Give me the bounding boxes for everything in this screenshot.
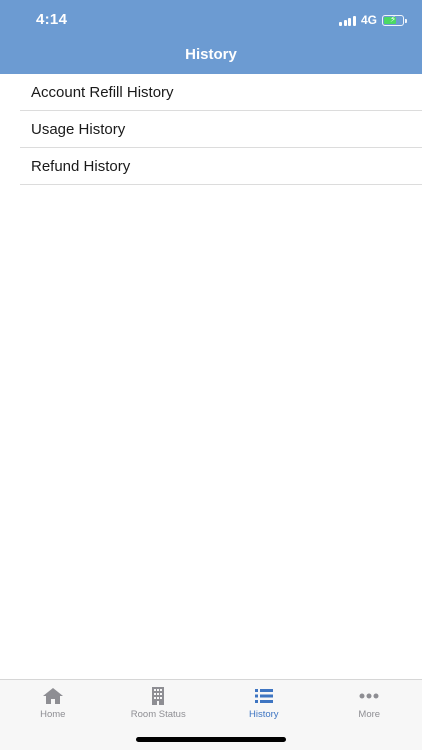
status-bar: 4:14 4G ⚡: [0, 0, 422, 40]
tab-more[interactable]: More: [317, 686, 422, 720]
tab-home[interactable]: Home: [0, 686, 106, 720]
page-title: History: [185, 46, 237, 63]
status-indicators: 4G ⚡: [339, 13, 407, 27]
history-list: Account Refill History Usage History Ref…: [20, 74, 422, 185]
tab-history-label: History: [248, 709, 279, 720]
tab-home-label: Home: [40, 709, 66, 720]
tab-room-status-label: Room Status: [130, 709, 186, 720]
navigation-header: 4:14 4G ⚡ History: [0, 0, 422, 74]
list-item-account-refill-history[interactable]: Account Refill History: [20, 74, 422, 111]
list-item-refund-history[interactable]: Refund History: [20, 148, 422, 185]
cellular-signal-icon: [339, 15, 356, 26]
tab-room-status[interactable]: Room Status: [106, 686, 212, 720]
list-icon: [254, 689, 273, 703]
network-type: 4G: [360, 13, 377, 27]
tab-history[interactable]: History: [211, 686, 317, 720]
battery-icon: ⚡: [382, 14, 407, 26]
home-icon: [42, 688, 63, 704]
status-time: 4:14: [36, 11, 68, 28]
tab-more-label: More: [358, 709, 381, 720]
home-indicator[interactable]: [136, 737, 286, 742]
more-icon: [359, 693, 379, 699]
building-icon: [152, 687, 165, 705]
tab-bar: Home Room Status History More: [0, 679, 422, 750]
list-item-usage-history[interactable]: Usage History: [20, 111, 422, 148]
